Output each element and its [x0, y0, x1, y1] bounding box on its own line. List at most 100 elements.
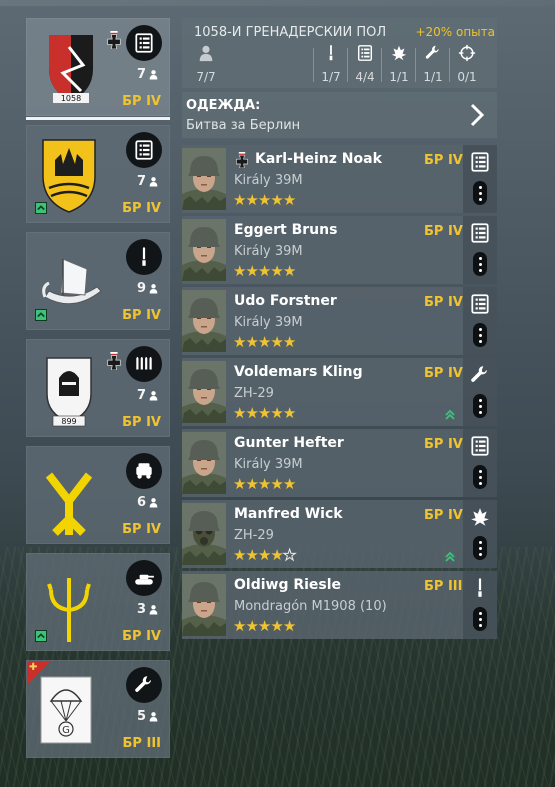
tank-icon — [126, 560, 162, 596]
soldier-row[interactable]: Karl-Heinz Noak Király 39M ★★★★★ БР IV — [182, 145, 497, 213]
star-icon: ★ — [257, 617, 271, 635]
star-icon: ★ — [270, 475, 283, 493]
soldier-icon — [148, 69, 159, 80]
yellow-trident-emblem — [39, 564, 111, 644]
more-options-button[interactable] — [473, 465, 487, 489]
squad-card[interactable]: ✚GG5БР III — [26, 660, 170, 758]
star-icon: ★ — [282, 404, 296, 422]
soldier-portrait — [182, 290, 226, 352]
list-icon — [469, 222, 491, 244]
star-icon: ★ — [257, 546, 271, 564]
svg-text:1058: 1058 — [61, 94, 81, 103]
star-icon: ★ — [257, 262, 271, 280]
svg-text:899: 899 — [61, 417, 76, 426]
soldier-weapon: Király 39M — [234, 315, 303, 330]
squad-name: 1058-Й ГРЕНАДЕРСКИЙ ПОЛ — [194, 25, 387, 40]
stat-fire: 1/1 — [384, 44, 414, 84]
soldier-row[interactable]: Manfred Wick ZH-29 ★★★★★ БР IV — [182, 500, 497, 568]
soldier-rating: ★★★★★ — [233, 191, 296, 209]
upgrade-icon — [35, 309, 47, 321]
stat-value: 1/1 — [389, 70, 409, 84]
star-icon: ★ — [282, 262, 296, 280]
outfit-bar[interactable]: ОДЕЖДА: Битва за Берлин — [182, 92, 497, 138]
black-red-shield-emblem: 1058 — [39, 29, 111, 109]
star-icon: ★ — [257, 191, 271, 209]
cross-icon: ✚ — [29, 662, 38, 673]
star-icon: ★ — [245, 333, 258, 351]
more-options-button[interactable] — [473, 181, 487, 205]
soldier-name: Gunter Hefter — [234, 435, 344, 451]
soldier-br: БР IV — [424, 153, 463, 168]
squad-card[interactable]: 6 БР IV — [26, 446, 170, 544]
star-icon: ★ — [257, 404, 271, 422]
star-icon: ★ — [233, 191, 246, 209]
squad-br: БР IV — [122, 201, 161, 216]
star-icon: ★ — [270, 546, 283, 564]
star-icon: ★ — [233, 617, 246, 635]
more-options-button[interactable] — [473, 252, 487, 276]
squad-count-value: 7 — [136, 388, 146, 403]
soldier-row[interactable]: Gunter Hefter Király 39M ★★★★★ БР IV — [182, 429, 497, 497]
wrench-icon — [126, 667, 162, 703]
bullet-icon — [126, 239, 162, 275]
more-options-button[interactable] — [473, 394, 487, 418]
star-icon: ★ — [282, 191, 296, 209]
star-icon: ★ — [245, 617, 258, 635]
soldier-br: БР IV — [424, 508, 463, 523]
soldier-row[interactable]: Eggert Bruns Király 39M ★★★★★ БР IV — [182, 216, 497, 284]
star-icon: ★ — [245, 475, 258, 493]
soldier-icon — [148, 390, 159, 401]
squad-card[interactable]: 8998997БР IV — [26, 339, 170, 437]
squad-card[interactable]: 3 БР IV — [26, 553, 170, 651]
star-icon: ★ — [270, 191, 283, 209]
parachute-emblem: G — [39, 671, 111, 751]
more-options-button[interactable] — [473, 536, 487, 560]
stat-value: 1/1 — [423, 70, 443, 84]
star-icon: ★ — [282, 617, 296, 635]
soldier-icon — [148, 497, 159, 508]
soldier-name: Udo Forstner — [234, 293, 337, 309]
list-icon — [126, 25, 162, 61]
chevron-right-icon[interactable] — [469, 103, 485, 127]
squad-card[interactable]: 9 БР IV — [26, 232, 170, 330]
soldier-name: Eggert Bruns — [234, 222, 338, 238]
squad-card[interactable]: 7 БР IV — [26, 125, 170, 223]
soldier-icon — [148, 604, 159, 615]
stat-crosshair: 0/1 — [452, 44, 482, 84]
stat-divider — [381, 48, 382, 82]
star-icon: ★ — [233, 404, 246, 422]
star-icon: ★ — [270, 333, 283, 351]
soldier-br: БР III — [424, 579, 463, 594]
top-strip — [0, 0, 555, 6]
squad-count-value: 7 — [136, 67, 146, 82]
squad-card[interactable]: 105810587БР IV — [26, 18, 170, 120]
squad-header: 1058-Й ГРЕНАДЕРСКИЙ ПОЛ +20% опыта 7/7 1/… — [182, 18, 497, 88]
soldier-row[interactable]: Voldemars Kling ZH-29 ★★★★★ БР IV — [182, 358, 497, 426]
soldier-name: Oldiwg Riesle — [234, 577, 342, 593]
upgrade-icon — [35, 202, 47, 214]
soldier-row[interactable]: Udo Forstner Király 39M ★★★★★ БР IV — [182, 287, 497, 355]
stat-value: 0/1 — [457, 70, 477, 84]
more-options-button[interactable] — [473, 607, 487, 631]
soldier-weapon: Király 39M — [234, 457, 303, 472]
squad-count-value: 3 — [136, 602, 146, 617]
stat-wrench: 1/1 — [418, 44, 448, 84]
upgrade-chevrons-icon — [444, 406, 456, 420]
bullet-icon — [322, 44, 340, 62]
star-icon: ★ — [233, 333, 246, 351]
squad-br: БР IV — [122, 629, 161, 644]
stat-divider — [313, 48, 314, 82]
squad-br: БР IV — [122, 415, 161, 430]
soldier-row[interactable]: Oldiwg Riesle Mondragón M1908 (10) ★★★★★ БР… — [182, 571, 497, 639]
bullet-icon — [469, 577, 491, 599]
svg-text:G: G — [62, 725, 70, 736]
ammo-icon — [126, 346, 162, 382]
more-options-button[interactable] — [473, 323, 487, 347]
squad-count: 5 — [137, 709, 159, 724]
yellow-shield-emblem — [39, 136, 111, 216]
star-icon: ★ — [270, 262, 283, 280]
soldier-rating: ★★★★★ — [233, 475, 296, 493]
squad-count: 3 — [137, 602, 159, 617]
soldier-icon — [197, 44, 215, 62]
upgrade-icon — [35, 630, 47, 642]
